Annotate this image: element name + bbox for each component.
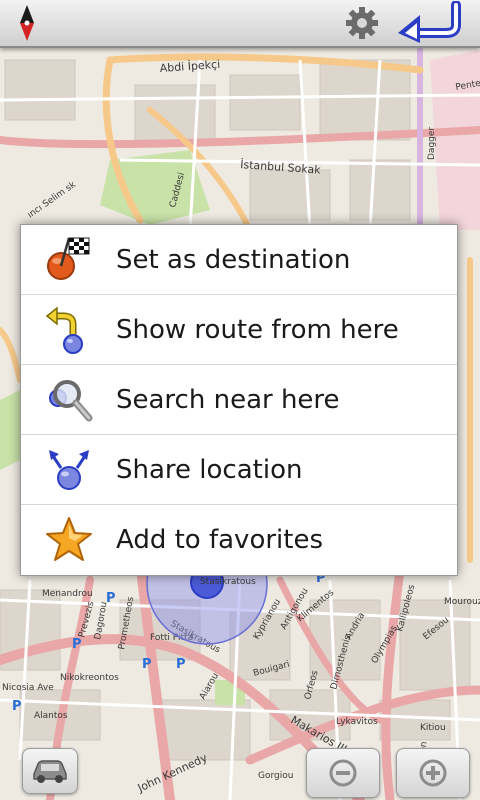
zoom-in-icon [419,759,447,787]
car-icon [33,760,67,783]
menu-item-label: Add to favorites [116,525,323,555]
star-icon [43,514,95,566]
back-button[interactable] [392,0,472,46]
magnifier-icon [43,374,95,426]
street-label: Menandrou [42,589,93,599]
vehicle-mode-button[interactable] [22,748,78,794]
street-label: Nicosia Ave [2,683,54,693]
menu-item-add-to-favorites[interactable]: Add to favorites [21,505,457,575]
checkered-flag-icon [43,234,95,286]
back-arrow-icon [398,1,461,43]
parking-icon: P [12,699,22,714]
menu-item-set-as-destination[interactable]: Set as destination [21,225,457,295]
top-bar [0,0,480,48]
street-label: Kitiou [420,723,446,733]
share-icon [43,444,95,496]
location-street-label: Stasikratous [200,577,256,587]
compass-button[interactable] [10,0,44,46]
zoom-in-button[interactable] [396,748,470,798]
zoom-out-icon [329,759,357,787]
menu-item-search-near-here[interactable]: Search near here [21,365,457,435]
parking-icon: P [106,591,116,606]
menu-item-label: Search near here [116,384,340,415]
parking-icon: P [72,637,82,652]
parking-icon: P [176,657,186,672]
zoom-out-button[interactable] [306,748,380,798]
parking-icon: P [142,657,152,672]
menu-item-show-route-from-here[interactable]: Show route from here [21,295,457,365]
gear-icon [346,7,378,39]
route-arrow-icon [43,304,95,356]
menu-item-label: Show route from here [116,314,399,345]
street-label: Alantos [34,711,68,721]
menu-item-share-location[interactable]: Share location [21,435,457,505]
street-label: Mourouzi [444,597,480,607]
menu-item-label: Set as destination [116,244,351,275]
compass-icon [20,5,34,41]
street-label: Nikokreontos [60,673,119,683]
street-label: Lykavitos [336,717,378,727]
street-label: Gorgiou [258,771,293,781]
street-label: Dagger [427,127,437,160]
settings-button[interactable] [340,0,384,46]
context-menu: Set as destination Show route from here … [20,224,458,576]
menu-item-label: Share location [116,454,303,485]
